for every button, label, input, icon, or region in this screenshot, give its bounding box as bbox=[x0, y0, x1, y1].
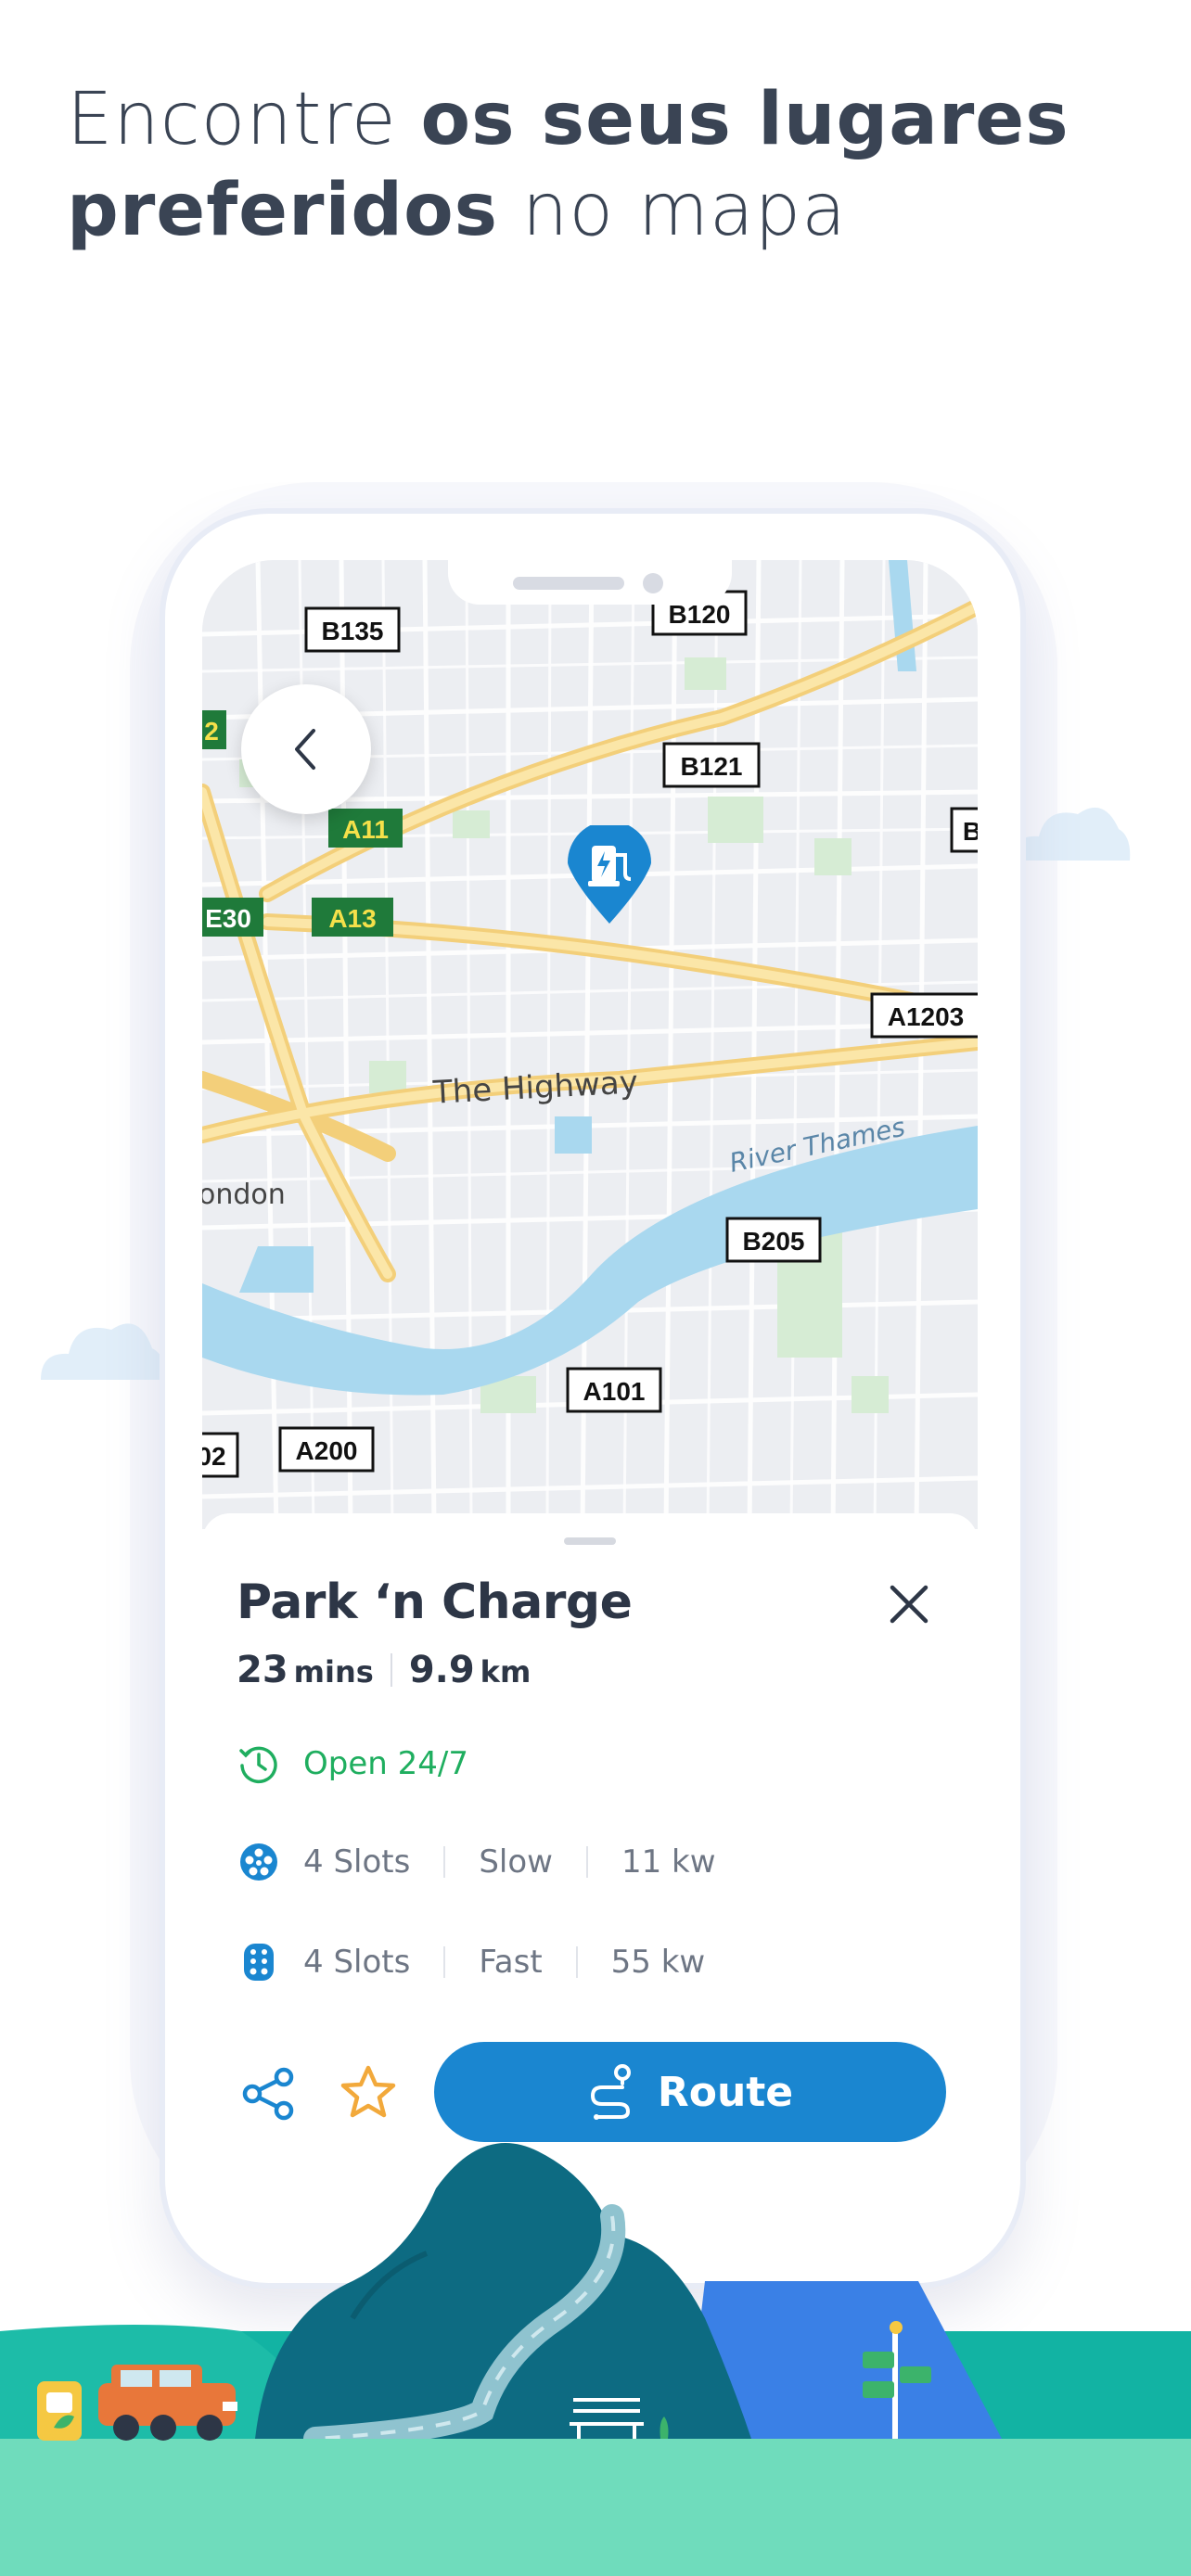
connector-power: 55 kw bbox=[610, 1944, 706, 1981]
speaker-grill bbox=[513, 577, 624, 590]
back-button[interactable] bbox=[241, 684, 371, 814]
map-label-b121: B121 bbox=[681, 752, 743, 781]
star-icon[interactable] bbox=[338, 2062, 399, 2123]
connector-slots: 4 Slots bbox=[303, 1843, 411, 1881]
map-label-a1203: A1203 bbox=[888, 1002, 965, 1031]
headline-text-1: Encontre bbox=[67, 78, 421, 161]
route-button-label: Route bbox=[657, 2068, 794, 2116]
ccs-plug-icon bbox=[237, 1940, 281, 1984]
map-label-02: 02 bbox=[202, 1442, 226, 1471]
map-label-e30: E30 bbox=[205, 904, 251, 933]
landscape-illustration bbox=[0, 2143, 1191, 2576]
opening-hours-text: Open 24/7 bbox=[303, 1745, 468, 1782]
distance-value: 9.9 bbox=[408, 1649, 475, 1691]
share-icon[interactable] bbox=[239, 2064, 299, 2123]
duration-unit: mins bbox=[293, 1654, 374, 1690]
divider bbox=[585, 1846, 588, 1878]
map-label-a200: A200 bbox=[296, 1436, 358, 1465]
sheet-drag-handle[interactable] bbox=[564, 1537, 616, 1545]
map-label-a11: A11 bbox=[342, 815, 389, 844]
phone-notch bbox=[448, 560, 732, 605]
map-label-b: B bbox=[963, 817, 978, 846]
route-button[interactable]: Route bbox=[434, 2042, 946, 2142]
front-camera bbox=[643, 573, 663, 593]
distance-unit: km bbox=[480, 1654, 531, 1690]
station-name: Park ‘n Charge bbox=[237, 1575, 633, 1630]
connector-row-fast: 4 Slots Fast 55 kw bbox=[237, 1940, 705, 1984]
close-icon[interactable] bbox=[879, 1575, 939, 1634]
travel-meta: 23 mins 9.9 km bbox=[237, 1649, 531, 1691]
headline: Encontre os seus lugares preferidos no m… bbox=[67, 74, 1133, 256]
headline-bold-1: os seus lugares bbox=[420, 78, 1069, 161]
type2-plug-icon bbox=[237, 1840, 281, 1884]
connector-power: 11 kw bbox=[621, 1843, 716, 1881]
connector-slots: 4 Slots bbox=[303, 1944, 411, 1981]
headline-bold-2: preferidos bbox=[67, 169, 499, 252]
charger-illustration bbox=[37, 2381, 82, 2441]
divider bbox=[443, 1946, 446, 1978]
clock-icon bbox=[237, 1741, 281, 1786]
divider bbox=[575, 1946, 578, 1978]
map-label-a13: A13 bbox=[328, 904, 376, 933]
map-label-a101: A101 bbox=[583, 1377, 646, 1406]
cloud-left bbox=[41, 1323, 166, 1380]
opening-hours: Open 24/7 bbox=[237, 1741, 468, 1786]
divider bbox=[443, 1846, 446, 1878]
duration-value: 23 bbox=[237, 1649, 288, 1691]
connector-speed: Fast bbox=[479, 1944, 543, 1981]
meta-divider bbox=[390, 1653, 392, 1687]
map-label-2: 2 bbox=[204, 717, 219, 746]
map-label-london: ondon bbox=[202, 1179, 286, 1211]
chevron-left-icon bbox=[295, 729, 315, 770]
headline-text-2: no mapa bbox=[498, 169, 847, 252]
connector-speed: Slow bbox=[479, 1843, 553, 1881]
charging-station-pin-icon[interactable] bbox=[568, 825, 651, 927]
phone-screen: B135 B120 B121 A11 A13 E30 2 A1203 B B20… bbox=[202, 560, 978, 2257]
connector-row-slow: 4 Slots Slow 11 kw bbox=[237, 1840, 716, 1884]
route-icon bbox=[590, 2064, 631, 2120]
map-label-b135: B135 bbox=[322, 617, 384, 645]
map-label-b205: B205 bbox=[743, 1227, 805, 1256]
